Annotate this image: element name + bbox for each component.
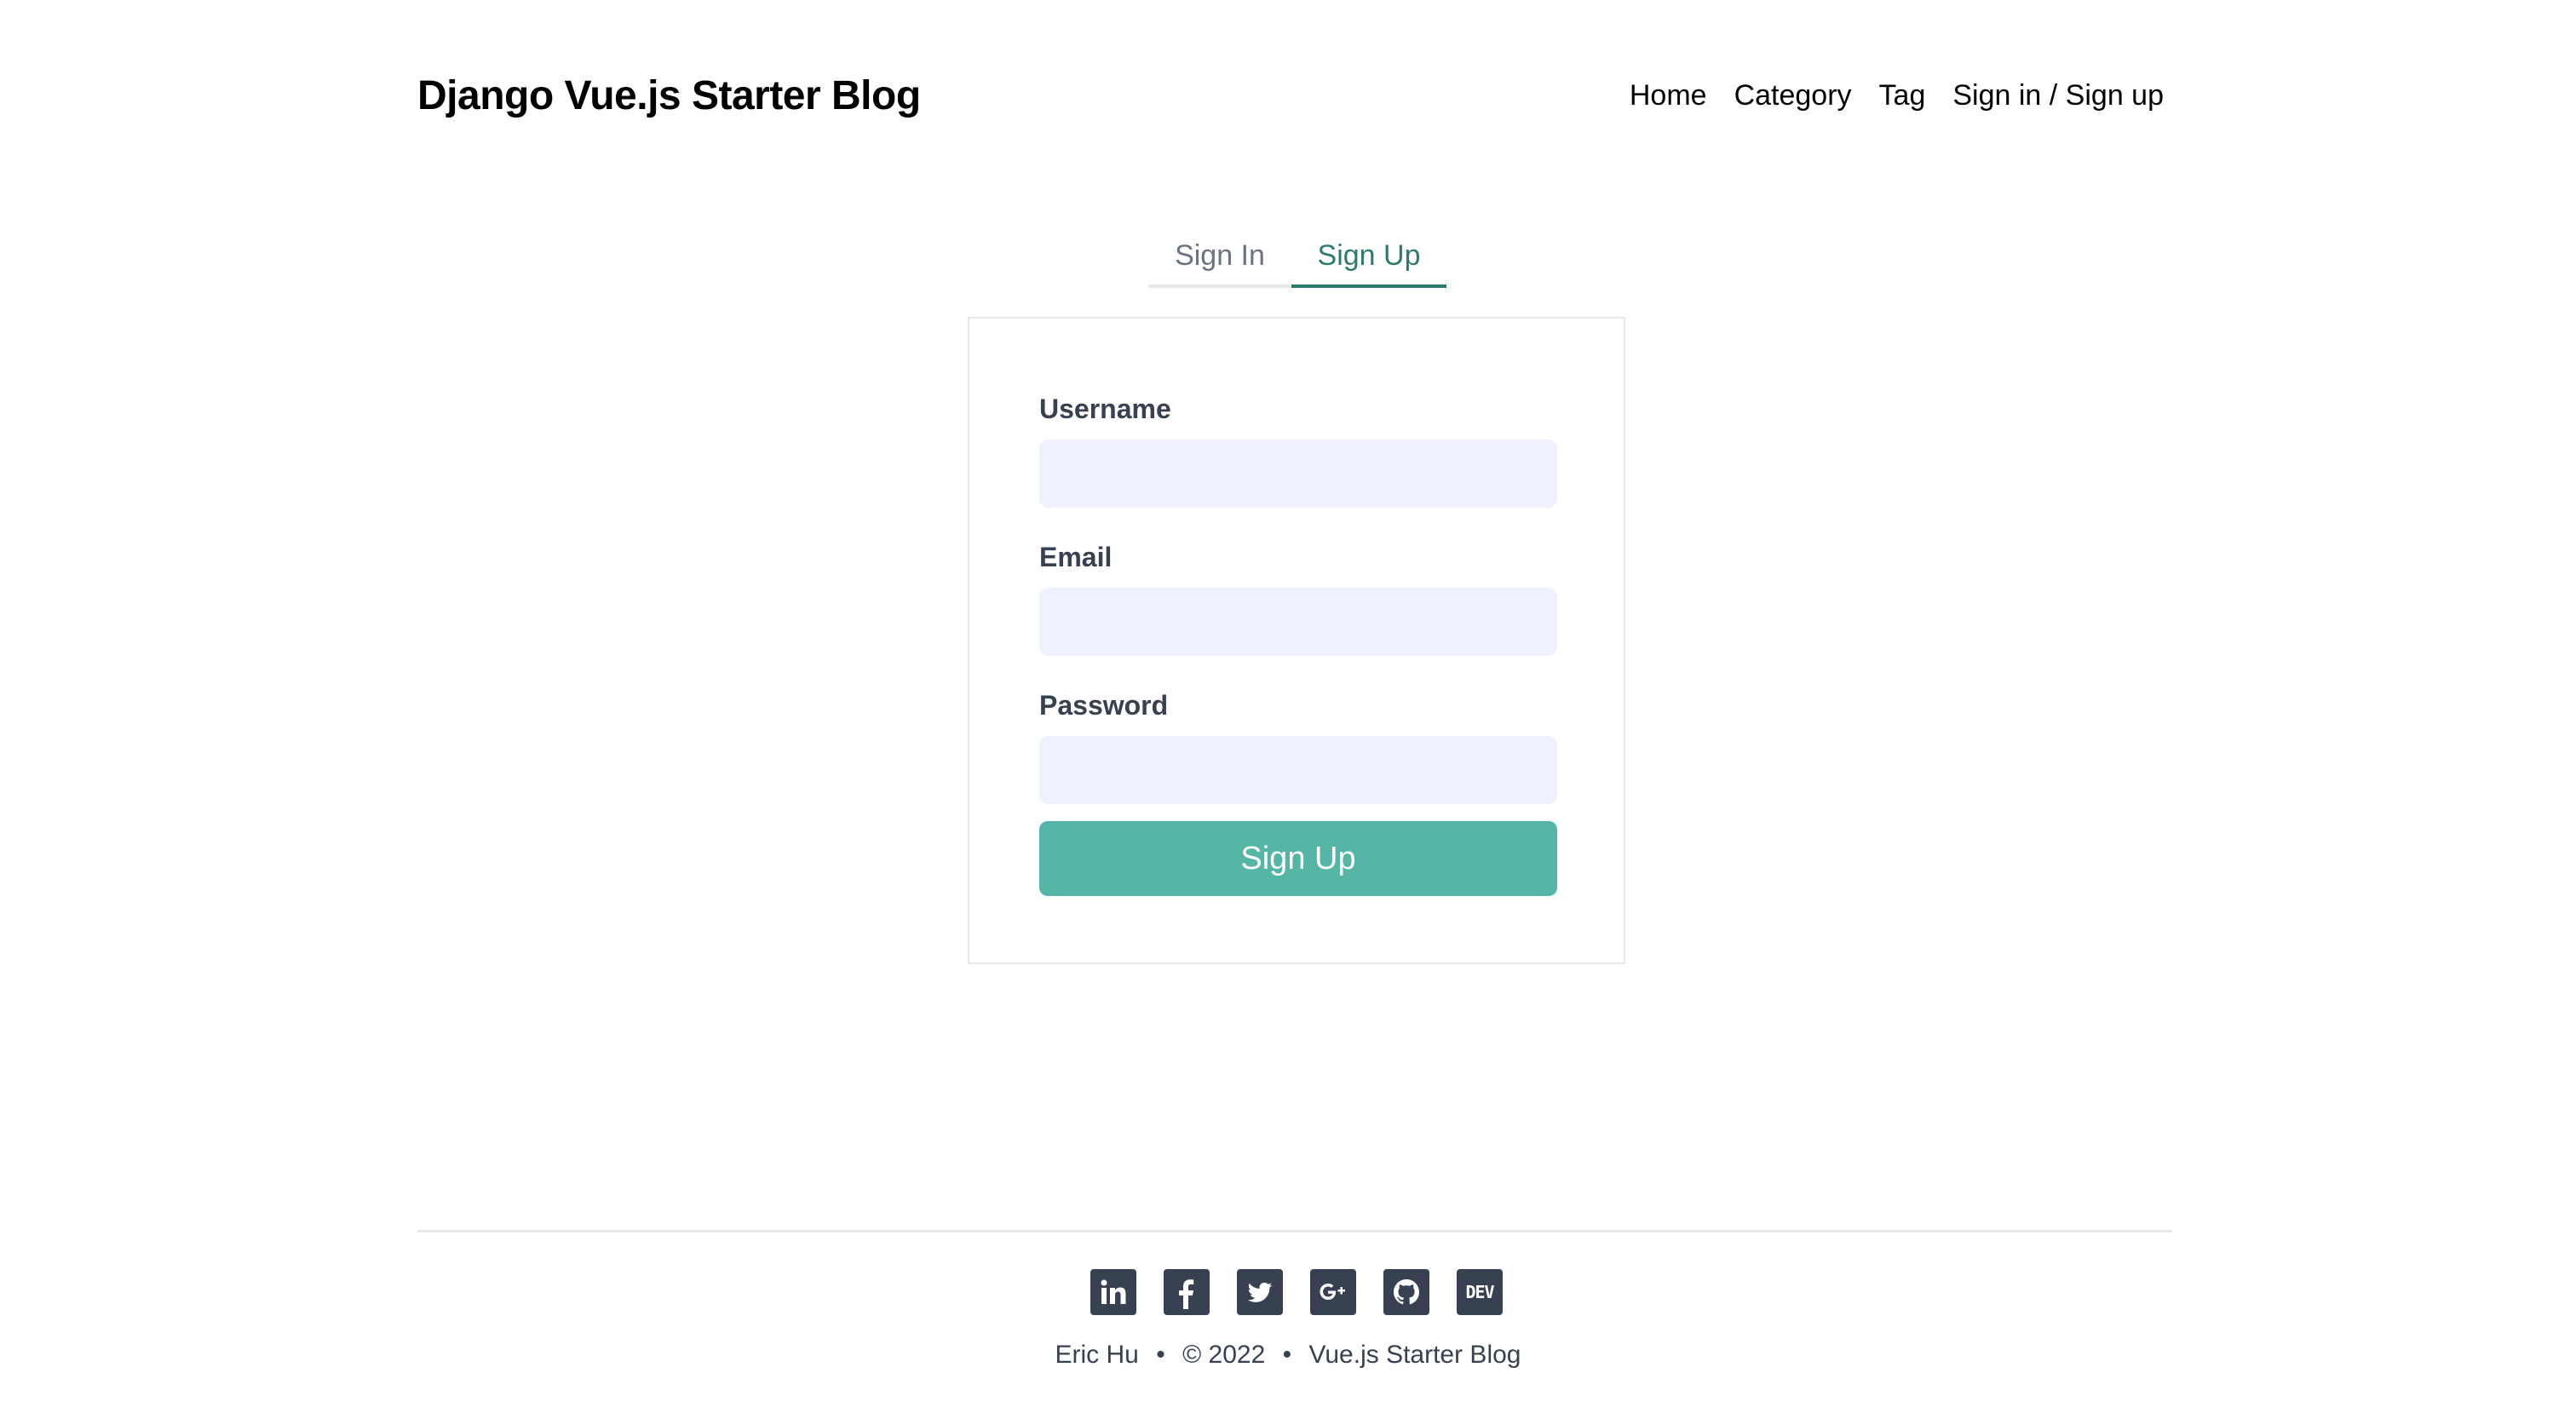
auth-tabs: Sign In Sign Up [1148, 227, 1446, 288]
google-plus-icon[interactable] [1310, 1269, 1356, 1315]
tab-sign-in[interactable]: Sign In [1148, 227, 1291, 288]
tab-sign-up[interactable]: Sign Up [1291, 227, 1446, 288]
footer-copyright: © 2022 [1182, 1341, 1266, 1369]
footer-site-name[interactable]: Vue.js Starter Blog [1308, 1341, 1521, 1370]
username-input[interactable] [1039, 439, 1557, 508]
site-header: Django Vue.js Starter Blog Home Category… [417, 65, 2164, 126]
password-label: Password [1039, 690, 1169, 721]
twitter-icon[interactable] [1237, 1269, 1283, 1315]
email-input[interactable] [1039, 588, 1557, 656]
nav-home-link[interactable]: Home [1630, 79, 1707, 112]
dev-icon-label: DEV [1465, 1282, 1494, 1302]
site-title[interactable]: Django Vue.js Starter Blog [417, 72, 921, 119]
main-nav: Home Category Tag Sign in / Sign up [1630, 79, 2164, 112]
nav-auth-link[interactable]: Sign in / Sign up [1952, 79, 2164, 112]
footer-separator: • [1156, 1341, 1165, 1369]
email-label: Email [1039, 542, 1113, 572]
username-label: Username [1039, 394, 1171, 424]
sign-up-button[interactable]: Sign Up [1039, 821, 1557, 896]
footer-author: Eric Hu [1055, 1341, 1139, 1369]
footer-divider [417, 1230, 2172, 1232]
dev-icon[interactable]: DEV [1457, 1269, 1503, 1315]
facebook-icon[interactable] [1164, 1269, 1210, 1315]
social-links: DEV [1090, 1269, 1503, 1315]
nav-tag-link[interactable]: Tag [1879, 79, 1926, 112]
github-icon[interactable] [1383, 1269, 1429, 1315]
footer-separator: • [1282, 1341, 1292, 1369]
footer-credits: Eric Hu • © 2022 • Vue.js Starter Blog [0, 1341, 2576, 1370]
linkedin-icon[interactable] [1090, 1269, 1136, 1315]
signup-form-card: Username Email Password Sign Up [968, 317, 1625, 964]
nav-category-link[interactable]: Category [1734, 79, 1852, 112]
password-input[interactable] [1039, 736, 1557, 804]
